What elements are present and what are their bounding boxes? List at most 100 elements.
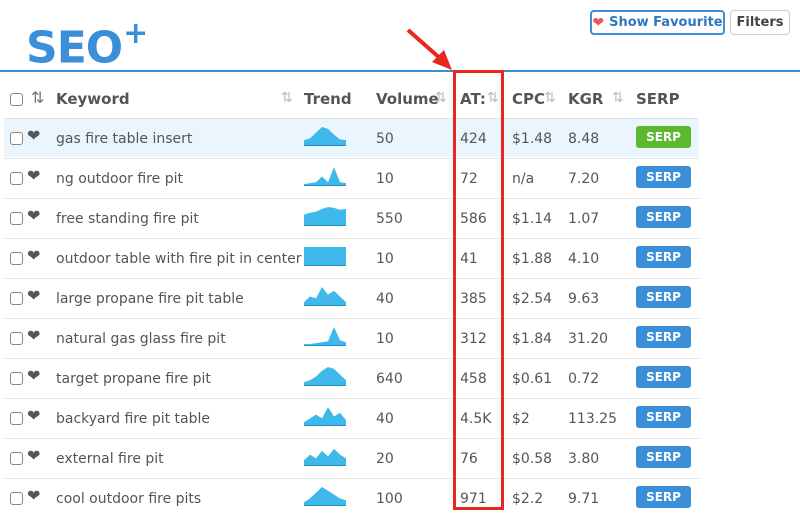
cpc-cell: $1.48 xyxy=(512,131,553,147)
serp-button[interactable]: SERP xyxy=(636,286,691,308)
row-checkbox[interactable] xyxy=(10,172,23,185)
volume-cell: 100 xyxy=(376,491,403,507)
cpc-cell: $0.61 xyxy=(512,371,553,387)
at-cell: 586 xyxy=(460,211,487,227)
cpc-cell: $2.54 xyxy=(512,291,553,307)
volume-cell: 550 xyxy=(376,211,403,227)
cpc-cell: $1.88 xyxy=(512,251,553,267)
keyword-cell[interactable]: target propane fire pit xyxy=(56,370,211,388)
kgr-cell: 31.20 xyxy=(568,331,609,347)
serp-button[interactable]: SERP xyxy=(636,246,691,268)
volume-cell: 10 xyxy=(376,171,394,187)
sort-arrows-icon[interactable]: ⇅ xyxy=(281,90,293,106)
column-header-cpc[interactable]: CPC xyxy=(512,88,545,110)
sort-arrows-icon[interactable]: ⇅ xyxy=(612,90,624,106)
serp-button[interactable]: SERP xyxy=(636,446,691,468)
keyword-cell[interactable]: backyard fire pit table xyxy=(56,410,210,428)
trend-area xyxy=(304,207,346,226)
trend-area xyxy=(304,287,346,306)
row-checkbox[interactable] xyxy=(10,212,23,225)
heart-icon[interactable]: ❤ xyxy=(27,169,40,185)
at-cell: 385 xyxy=(460,291,487,307)
trend-sparkline xyxy=(304,487,346,506)
row-checkbox[interactable] xyxy=(10,132,23,145)
trend-sparkline xyxy=(304,448,346,466)
column-header-volume[interactable]: Volume xyxy=(376,88,439,110)
trend-area xyxy=(304,407,346,426)
serp-button[interactable]: SERP xyxy=(636,326,691,348)
trend-sparkline xyxy=(304,327,346,346)
heart-icon[interactable]: ❤ xyxy=(27,409,40,425)
logo[interactable]: SEO+ xyxy=(26,10,148,77)
heart-icon[interactable]: ❤ xyxy=(27,129,40,145)
serp-button[interactable]: SERP xyxy=(636,486,691,508)
column-header-keyword[interactable]: Keyword xyxy=(56,88,130,110)
row-checkbox[interactable] xyxy=(10,492,23,505)
heart-icon[interactable]: ❤ xyxy=(27,289,40,305)
show-favourite-button[interactable]: ❤ Show Favourite xyxy=(590,10,725,35)
at-cell: 76 xyxy=(460,451,478,467)
trend-area xyxy=(304,487,346,506)
heart-icon: ❤ xyxy=(592,14,605,31)
kgr-cell: 9.63 xyxy=(568,291,600,307)
volume-cell: 10 xyxy=(376,331,394,347)
keyword-cell[interactable]: gas fire table insert xyxy=(56,130,192,148)
kgr-cell: 0.72 xyxy=(568,371,600,387)
heart-icon[interactable]: ❤ xyxy=(27,489,40,505)
at-cell: 4.5K xyxy=(460,411,492,427)
at-cell: 72 xyxy=(460,171,478,187)
select-all-checkbox[interactable] xyxy=(10,93,23,106)
keyword-cell[interactable]: natural gas glass fire pit xyxy=(56,330,226,348)
kgr-cell: 7.20 xyxy=(568,171,600,187)
heart-icon[interactable]: ❤ xyxy=(27,329,40,345)
volume-cell: 40 xyxy=(376,291,394,307)
row-checkbox[interactable] xyxy=(10,372,23,385)
row-checkbox[interactable] xyxy=(10,252,23,265)
kgr-cell: 9.71 xyxy=(568,491,600,507)
serp-button[interactable]: SERP xyxy=(636,366,691,388)
trend-sparkline xyxy=(304,287,346,306)
at-cell: 424 xyxy=(460,131,487,147)
row-checkbox[interactable] xyxy=(10,412,23,425)
keyword-cell[interactable]: free standing fire pit xyxy=(56,210,199,228)
column-header-kgr[interactable]: KGR xyxy=(568,88,604,110)
kgr-cell: 4.10 xyxy=(568,251,600,267)
cpc-cell: n/a xyxy=(512,171,535,187)
trend-sparkline xyxy=(304,367,346,386)
heart-icon[interactable]: ❤ xyxy=(27,209,40,225)
kgr-cell: 113.25 xyxy=(568,411,617,427)
row-checkbox[interactable] xyxy=(10,292,23,305)
serp-button[interactable]: SERP xyxy=(636,166,691,188)
trend-area xyxy=(304,247,346,266)
trend-area xyxy=(304,127,346,146)
filters-button[interactable]: Filters xyxy=(730,10,790,35)
row-checkbox[interactable] xyxy=(10,332,23,345)
serp-button[interactable]: SERP xyxy=(636,126,691,148)
trend-sparkline xyxy=(304,167,346,186)
keyword-cell[interactable]: ng outdoor fire pit xyxy=(56,170,183,188)
heart-icon[interactable]: ❤ xyxy=(27,449,40,465)
row-checkbox[interactable] xyxy=(10,452,23,465)
column-header-serp[interactable]: SERP xyxy=(636,88,680,110)
kgr-cell: 3.80 xyxy=(568,451,600,467)
sort-arrows-icon[interactable]: ⇅ xyxy=(544,90,556,106)
trend-area xyxy=(304,327,346,346)
serp-button[interactable]: SERP xyxy=(636,406,691,428)
serp-button[interactable]: SERP xyxy=(636,206,691,228)
keyword-cell[interactable]: large propane fire pit table xyxy=(56,290,244,308)
keyword-cell[interactable]: outdoor table with fire pit in center xyxy=(56,250,302,268)
cpc-cell: $2.2 xyxy=(512,491,544,507)
cpc-cell: $1.14 xyxy=(512,211,553,227)
keyword-cell[interactable]: external fire pit xyxy=(56,450,164,468)
sort-arrows-icon[interactable]: ⇅ xyxy=(435,90,447,106)
heart-icon[interactable]: ❤ xyxy=(27,249,40,265)
volume-cell: 640 xyxy=(376,371,403,387)
at-cell: 971 xyxy=(460,491,487,507)
cpc-cell: $1.84 xyxy=(512,331,553,347)
keyword-cell[interactable]: cool outdoor fire pits xyxy=(56,490,201,508)
heart-icon[interactable]: ❤ xyxy=(27,369,40,385)
column-header-trend[interactable]: Trend xyxy=(304,88,352,110)
sort-icon[interactable]: ⇅ xyxy=(31,88,44,107)
kgr-cell: 8.48 xyxy=(568,131,600,147)
trend-area xyxy=(304,167,346,186)
